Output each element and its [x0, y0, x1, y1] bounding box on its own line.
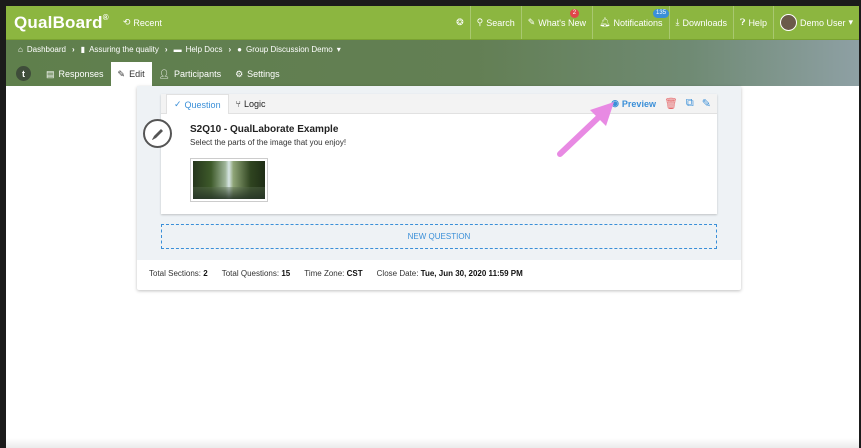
- building-icon: ▮: [80, 44, 86, 54]
- tab-settings[interactable]: ⚙ Settings: [228, 62, 287, 86]
- search-link[interactable]: ⚲ Search: [469, 6, 521, 39]
- search-icon: ⚲: [476, 17, 484, 27]
- question-description: Select the parts of the image that you e…: [190, 138, 347, 147]
- new-question-button[interactable]: NEW QUESTION: [161, 224, 717, 249]
- section-editor: ✓ Question ⑂ Logic ◉ Preview 🗑︎ ⧉ ✎ S2Q1…: [137, 86, 741, 290]
- total-questions: Total Questions: 15: [221, 269, 291, 278]
- question-tabs: ✓ Question ⑂ Logic ◉ Preview 🗑︎ ⧉ ✎: [161, 94, 717, 114]
- user-menu[interactable]: Demo User ▾: [772, 6, 859, 39]
- edit-icon: ✎: [117, 68, 126, 79]
- megaphone-icon: ✎: [527, 17, 536, 27]
- download-icon: ⤓: [675, 17, 680, 27]
- caret-down-icon: ▾: [848, 17, 853, 27]
- branch-icon: ⑂: [235, 98, 241, 109]
- question-title: S2Q10 - QualLaborate Example: [190, 124, 339, 135]
- caret-down-icon: ▾: [336, 44, 341, 54]
- tab-participants[interactable]: 👤︎ Participants: [152, 62, 228, 86]
- check-icon: ✓: [174, 99, 182, 109]
- chat-icon: ●: [237, 44, 242, 54]
- notifications-badge: 135: [653, 9, 670, 18]
- breadcrumb-folder[interactable]: Help Docs: [186, 45, 223, 54]
- help-link[interactable]: ❓︎ Help: [733, 6, 773, 39]
- home-icon: ⌂: [18, 44, 23, 54]
- breadcrumb-discussion[interactable]: Group Discussion Demo: [246, 45, 333, 54]
- bottom-shadow: [6, 438, 859, 448]
- edit-icon[interactable]: ✎: [702, 97, 711, 110]
- tab-question[interactable]: ✓ Question: [166, 94, 229, 114]
- question-image[interactable]: [190, 158, 268, 202]
- trash-icon[interactable]: 🗑︎: [664, 97, 678, 110]
- pencil-icon: [151, 128, 163, 140]
- tab-logic[interactable]: ⑂ Logic: [229, 94, 273, 113]
- project-tabs: t ▤ Responses ✎ Edit 👤︎ Participants ⚙ S…: [6, 62, 287, 86]
- user-icon: 👤︎: [158, 68, 171, 79]
- avatar: [779, 14, 797, 31]
- gear-icon: ⚙: [235, 68, 244, 79]
- app-logo[interactable]: QualBoard®: [6, 13, 109, 33]
- history-icon: ⟲: [122, 17, 131, 27]
- notifications-link[interactable]: 🔔︎ Notifications 135: [592, 6, 670, 39]
- section-stats: Total Sections: 2 Total Questions: 15 Ti…: [149, 269, 523, 278]
- tab-edit[interactable]: ✎ Edit: [110, 62, 152, 86]
- help-icon: ❓︎: [740, 17, 746, 27]
- bell-icon: 🔔︎: [599, 17, 611, 27]
- breadcrumb-project[interactable]: Assuring the quality: [89, 45, 159, 54]
- close-date: Close Date: Tue, Jun 30, 2020 11:59 PM: [376, 269, 523, 278]
- waterfall-image: [193, 161, 265, 199]
- folder-icon: ▬: [173, 44, 182, 54]
- globe-icon-button[interactable]: ❂: [450, 6, 470, 39]
- whats-new-link[interactable]: ✎ What's New 2: [520, 6, 592, 39]
- globe-icon: ❂: [456, 17, 464, 27]
- downloads-link[interactable]: ⤓ Downloads: [668, 6, 734, 39]
- recent-link[interactable]: ⟲ Recent: [123, 17, 162, 28]
- tab-responses[interactable]: ▤ Responses: [39, 62, 111, 86]
- copy-icon[interactable]: ⧉: [686, 97, 694, 110]
- back-button[interactable]: t: [16, 66, 31, 81]
- total-sections: Total Sections: 2: [149, 269, 208, 278]
- time-zone: Time Zone: CST: [304, 269, 363, 278]
- annotation-arrow-icon: [557, 102, 614, 157]
- project-subbar: ⌂ Dashboard › ▮ Assuring the quality › ▬…: [6, 40, 859, 86]
- question-card: ✓ Question ⑂ Logic ◉ Preview 🗑︎ ⧉ ✎ S2Q1…: [143, 94, 717, 214]
- question-actions: ◉ Preview 🗑︎ ⧉ ✎: [611, 94, 717, 113]
- breadcrumb-dashboard[interactable]: Dashboard: [27, 45, 66, 54]
- breadcrumb: ⌂ Dashboard › ▮ Assuring the quality › ▬…: [18, 44, 341, 54]
- whats-new-badge: 2: [569, 9, 580, 18]
- top-navbar: QualBoard® ⟲ Recent ❂ ⚲ Search ✎ What's …: [6, 6, 859, 40]
- question-type-icon: [143, 119, 172, 148]
- list-icon: ▤: [46, 68, 55, 79]
